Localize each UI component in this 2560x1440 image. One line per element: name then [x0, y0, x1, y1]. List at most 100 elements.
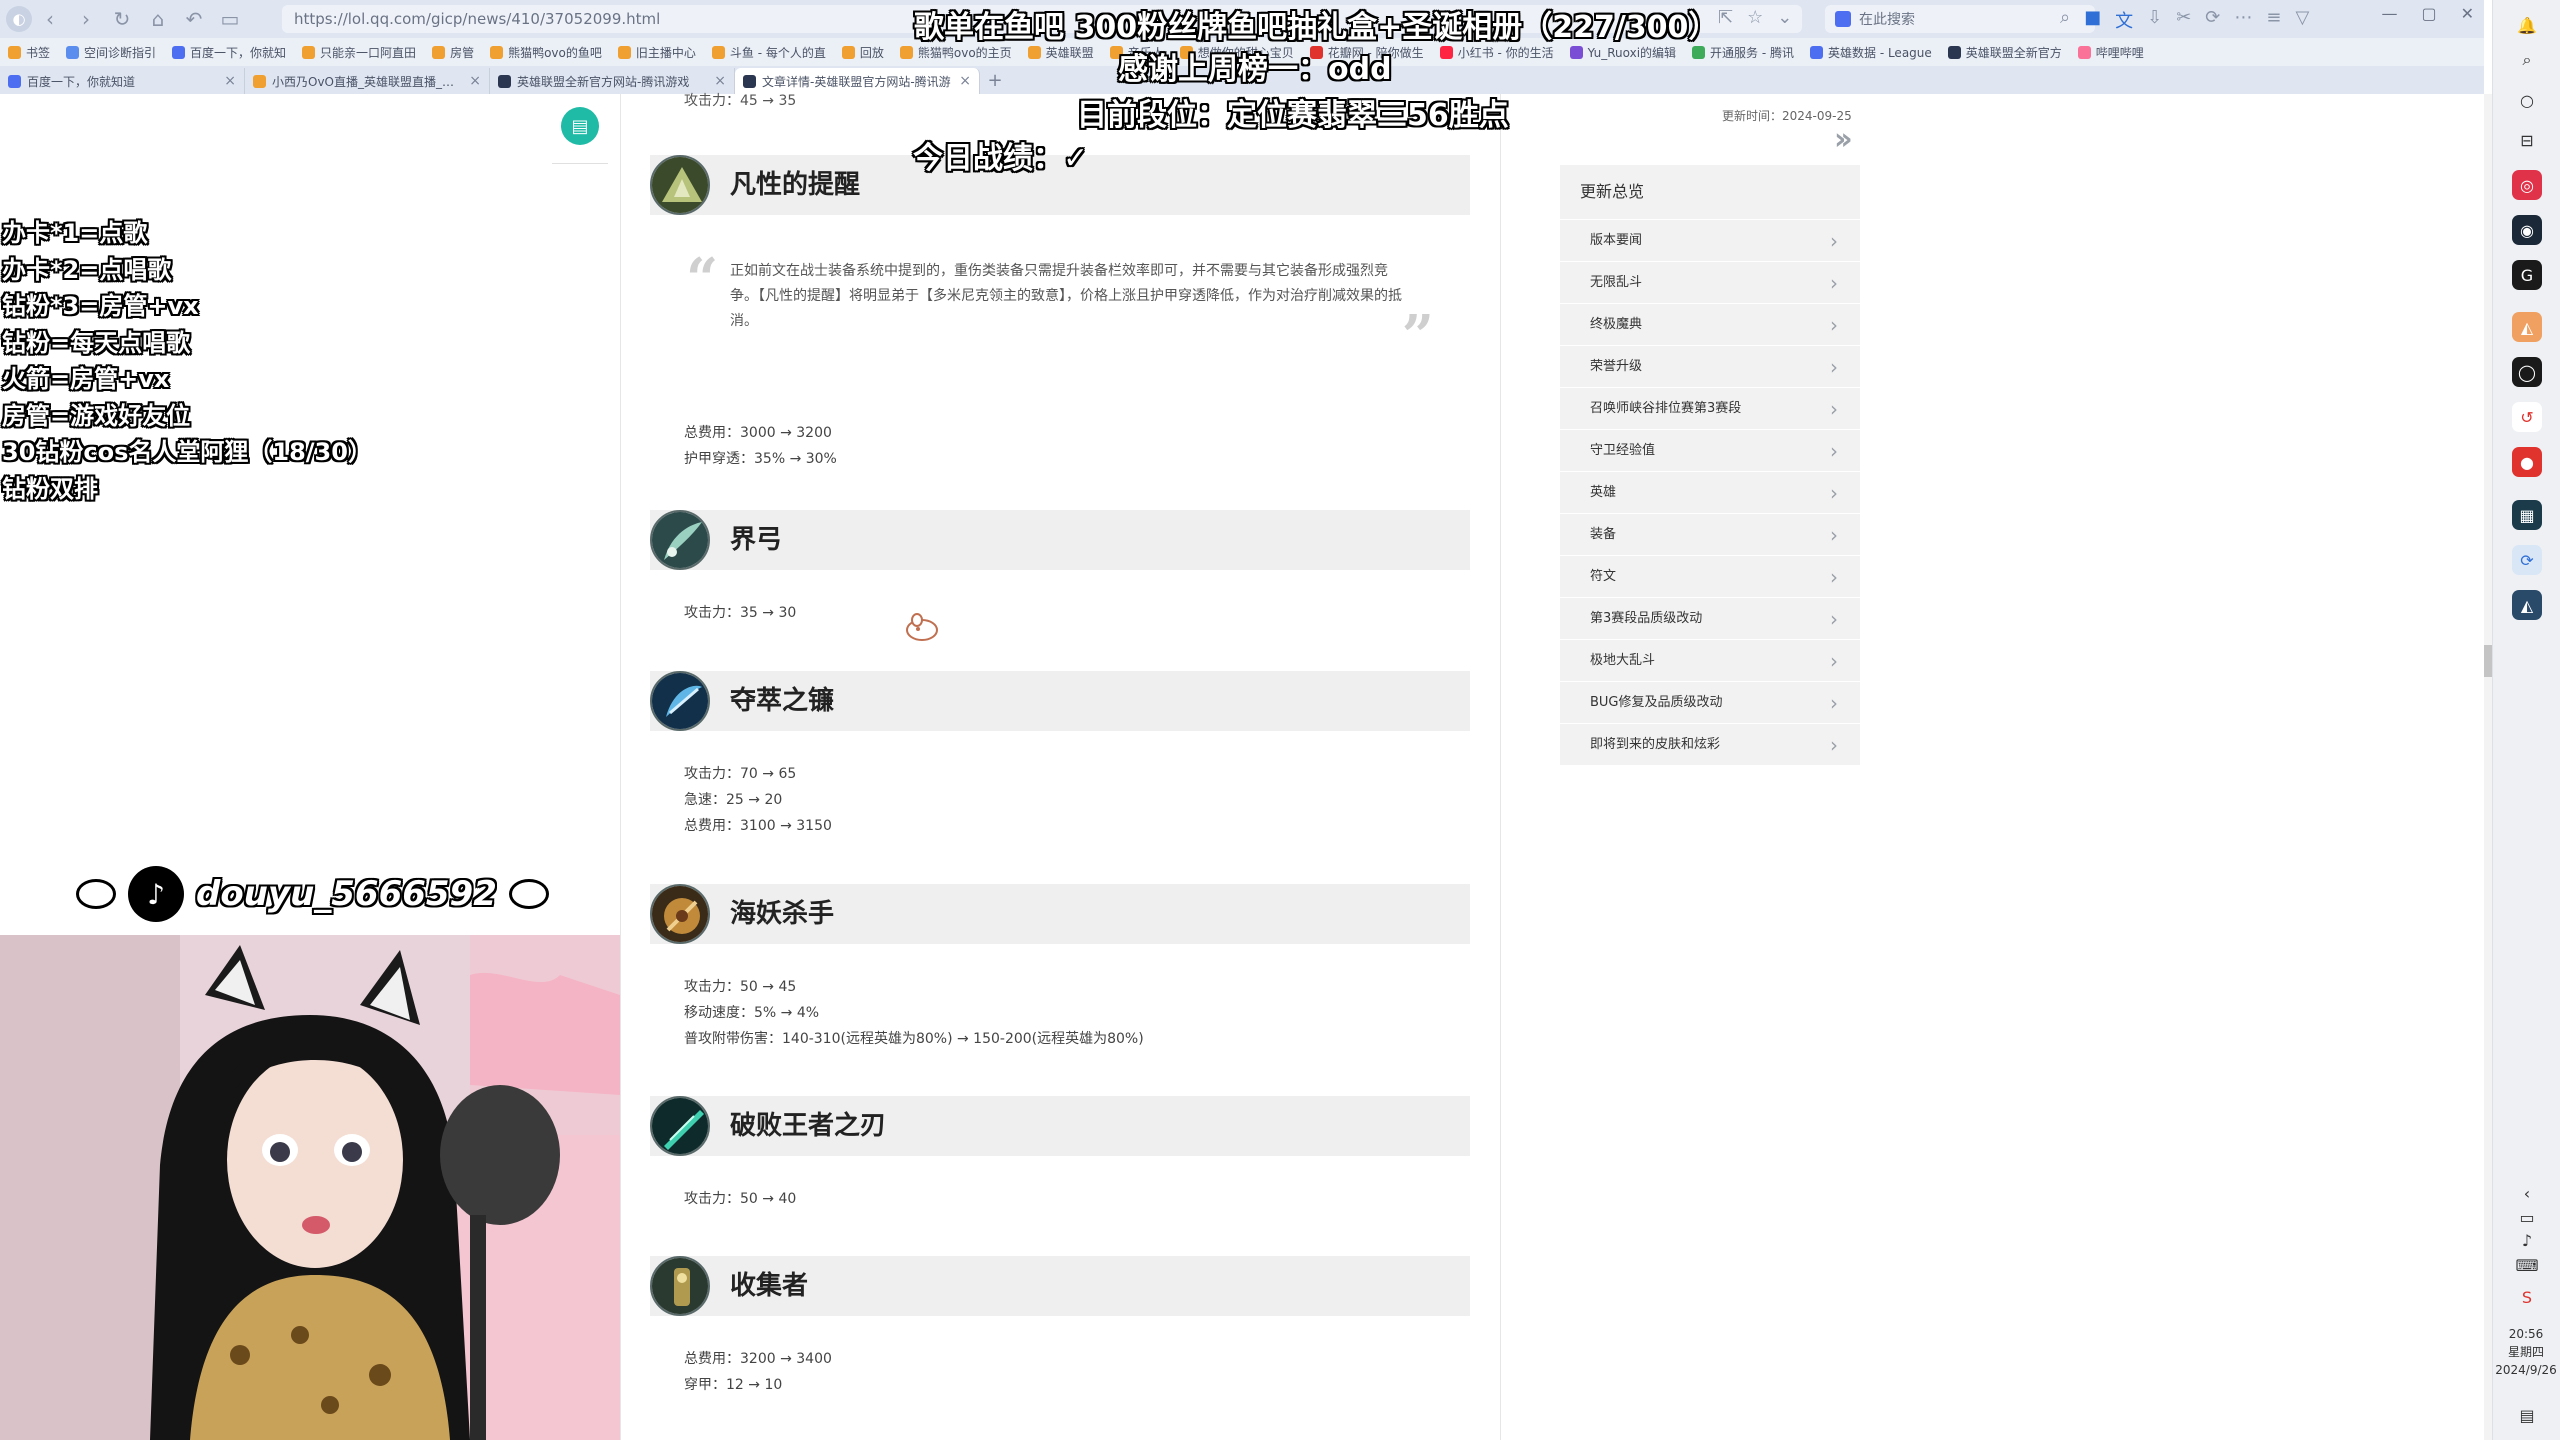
page-scrollbar[interactable] — [2484, 94, 2492, 1440]
item-section: 收集者 总费用：3200 → 3400 穿甲：12 → 10 — [650, 1256, 1470, 1398]
tab-close-icon[interactable]: × — [959, 73, 971, 89]
translate-icon[interactable]: 文 — [2115, 7, 2133, 33]
bookmark-item[interactable]: 百度一下，你就知 — [164, 38, 294, 66]
refresh-sync-icon[interactable]: ⟳ — [2205, 7, 2220, 33]
bookmark-item[interactable]: 回放 — [834, 38, 892, 66]
overlay-rule-line: 钻粉双排 — [2, 474, 98, 503]
sidebar-item[interactable]: 符文 › — [1560, 555, 1860, 597]
douyin-badge: ♪ douyu_5666592 — [76, 866, 549, 922]
bookmark-item[interactable]: 英雄数据 - League — [1802, 38, 1940, 66]
divider — [552, 163, 608, 164]
maximize-icon[interactable]: ▢ — [2421, 4, 2436, 23]
scrollbar-thumb[interactable] — [2484, 645, 2492, 677]
item-title: 破败王者之刃 — [730, 1111, 887, 1141]
bookmark-item[interactable]: 哔哩哔哩 — [2070, 38, 2152, 66]
overlay-rule-line: 钻粉*3=房管+vx — [2, 292, 199, 320]
search-engine-icon[interactable] — [1835, 11, 1851, 27]
tools-icon[interactable]: ✂ — [2176, 7, 2191, 33]
sidebar-item[interactable]: 召唤师峡谷排位赛第3赛段 › — [1560, 387, 1860, 429]
notification-icon[interactable]: ▤ — [2512, 1400, 2542, 1430]
quote-open-icon: “ — [686, 246, 719, 312]
bookmark-icon — [841, 45, 855, 59]
item-section: 海妖杀手 攻击力：50 → 45 移动速度：5% → 4% 普攻附带伤害：140… — [650, 884, 1470, 1052]
address-url[interactable]: https://lol.qq.com/gicp/news/410/3705209… — [294, 10, 660, 28]
magnifier-icon[interactable]: ⌕ — [2060, 7, 2070, 33]
extension-icon[interactable]: ■ — [2084, 7, 2101, 33]
back-icon[interactable]: ‹ — [32, 4, 68, 34]
netease-music-icon[interactable]: ◎ — [2512, 170, 2542, 200]
bookmark-item[interactable]: 只能亲一口阿直田 — [294, 38, 424, 66]
close-icon[interactable]: ✕ — [2461, 4, 2474, 23]
menu-icon[interactable]: ≡ — [2266, 7, 2281, 33]
browser-logo-icon[interactable]: ◐ — [6, 6, 32, 32]
search-icon[interactable]: ⌕ — [2512, 45, 2542, 75]
bookmark-icon — [66, 45, 80, 59]
bookmark-item[interactable]: 空间诊断指引 — [58, 38, 164, 66]
tab-baidu[interactable]: 百度一下，你就知道 × — [0, 68, 245, 94]
keyboard-icon[interactable]: ⌨ — [2512, 1250, 2542, 1280]
item-header: 海妖杀手 — [650, 884, 1470, 944]
bell-icon[interactable]: 🔔 — [2512, 10, 2542, 40]
bookmark-item[interactable]: 书签 — [0, 38, 58, 66]
sidebar-title: 更新总览 — [1580, 182, 1645, 201]
bookmark-icon — [8, 45, 21, 59]
bookmark-icon[interactable]: ⊟ — [2512, 125, 2542, 155]
sidebar-item[interactable]: 荣誉升级 › — [1560, 345, 1860, 387]
forward-icon[interactable]: › — [68, 4, 104, 34]
item-section: 夺萃之镰 攻击力：70 → 65 急速：25 → 20 总费用：3100 → 3… — [650, 671, 1470, 839]
sidebar-item[interactable]: 即将到来的皮肤和炫彩 › — [1560, 723, 1860, 765]
bookmark-item[interactable]: 房管 — [424, 38, 482, 66]
steam-icon[interactable]: ◉ — [2512, 215, 2542, 245]
skin-icon[interactable]: ▽ — [2295, 7, 2309, 33]
circle-icon[interactable]: ○ — [2512, 85, 2542, 115]
reader-mode-icon[interactable]: ▭ — [212, 4, 248, 34]
bookmark-icon — [899, 45, 913, 59]
app-g-icon[interactable]: G — [2512, 260, 2542, 290]
bookmark-item[interactable]: 斗鱼 - 每个人的直 — [704, 38, 834, 66]
search-box[interactable]: 在此搜索 — [1825, 5, 2095, 33]
tab-close-icon[interactable]: × — [469, 73, 481, 89]
lol-client-icon[interactable]: ◭ — [2512, 312, 2542, 342]
app-lol-icon[interactable]: ◭ — [2512, 590, 2542, 620]
minimize-icon[interactable]: — — [2381, 4, 2397, 23]
sidebar-item[interactable]: 终极魔典 › — [1560, 303, 1860, 345]
sidebar-item[interactable]: 装备 › — [1560, 513, 1860, 555]
bookmark-item[interactable]: 熊猫鸭ovo的鱼吧 — [482, 38, 610, 66]
undo-icon[interactable]: ↶ — [176, 4, 212, 34]
tab-close-icon[interactable]: × — [714, 73, 726, 89]
app-red-black-icon[interactable]: ● — [2512, 447, 2542, 477]
antivirus-icon[interactable]: S — [2512, 1282, 2542, 1312]
app-image-icon[interactable]: ▦ — [2512, 500, 2542, 530]
bookmark-item[interactable]: 旧主播中心 — [610, 38, 704, 66]
sidebar-item[interactable]: 守卫经验值 › — [1560, 429, 1860, 471]
item-stats: 攻击力：50 → 40 — [650, 1186, 1470, 1212]
more-icon[interactable]: ⋯ — [2234, 7, 2252, 33]
bookmark-icon — [1810, 45, 1823, 59]
star-icon[interactable]: ☆ — [1747, 7, 1763, 28]
bookmark-icon — [1439, 45, 1453, 59]
share-icon[interactable]: ⇱ — [1718, 7, 1733, 28]
reload-icon[interactable]: ↻ — [104, 4, 140, 34]
download-icon[interactable]: ⇩ — [2147, 7, 2162, 33]
item-stats: 攻击力：70 → 65 急速：25 → 20 总费用：3100 → 3150 — [650, 761, 1470, 839]
double-chevron-icon[interactable]: ›› — [1834, 122, 1853, 157]
app-sync-icon[interactable]: ⟳ — [2512, 545, 2542, 575]
home-icon[interactable]: ⌂ — [140, 4, 176, 34]
sidebar-item[interactable]: 无限乱斗 › — [1560, 261, 1860, 303]
sidebar-item[interactable]: 第3赛段品质级改动 › — [1560, 597, 1860, 639]
tab-close-icon[interactable]: × — [224, 73, 236, 89]
app-red-icon[interactable]: ↺ — [2512, 402, 2542, 432]
chat-bubble-button[interactable]: ▤ — [561, 107, 599, 145]
new-tab-button[interactable]: + — [980, 68, 1010, 94]
sidebar-item[interactable]: 版本要闻 › — [1560, 219, 1860, 261]
bookmark-item[interactable]: 英雄联盟全新官方 — [1940, 38, 2070, 66]
sidebar-item[interactable]: 英雄 › — [1560, 471, 1860, 513]
bookmark-icon — [617, 45, 631, 59]
app-yellow-ring-icon[interactable]: ◯ — [2512, 357, 2542, 387]
sidebar-item[interactable]: BUG修复及品质级改动 › — [1560, 681, 1860, 723]
sidebar-item[interactable]: 极地大乱斗 › — [1560, 639, 1860, 681]
stat-line: 总费用：3000 → 3200 — [684, 425, 832, 441]
overlay-rule-line: 房管=游戏好友位 — [2, 401, 191, 430]
dropdown-icon[interactable]: ⌄ — [1777, 7, 1792, 28]
tab-douyu[interactable]: 小西乃OvO直播_英雄联盟直播_斗鱼 × — [245, 68, 490, 94]
